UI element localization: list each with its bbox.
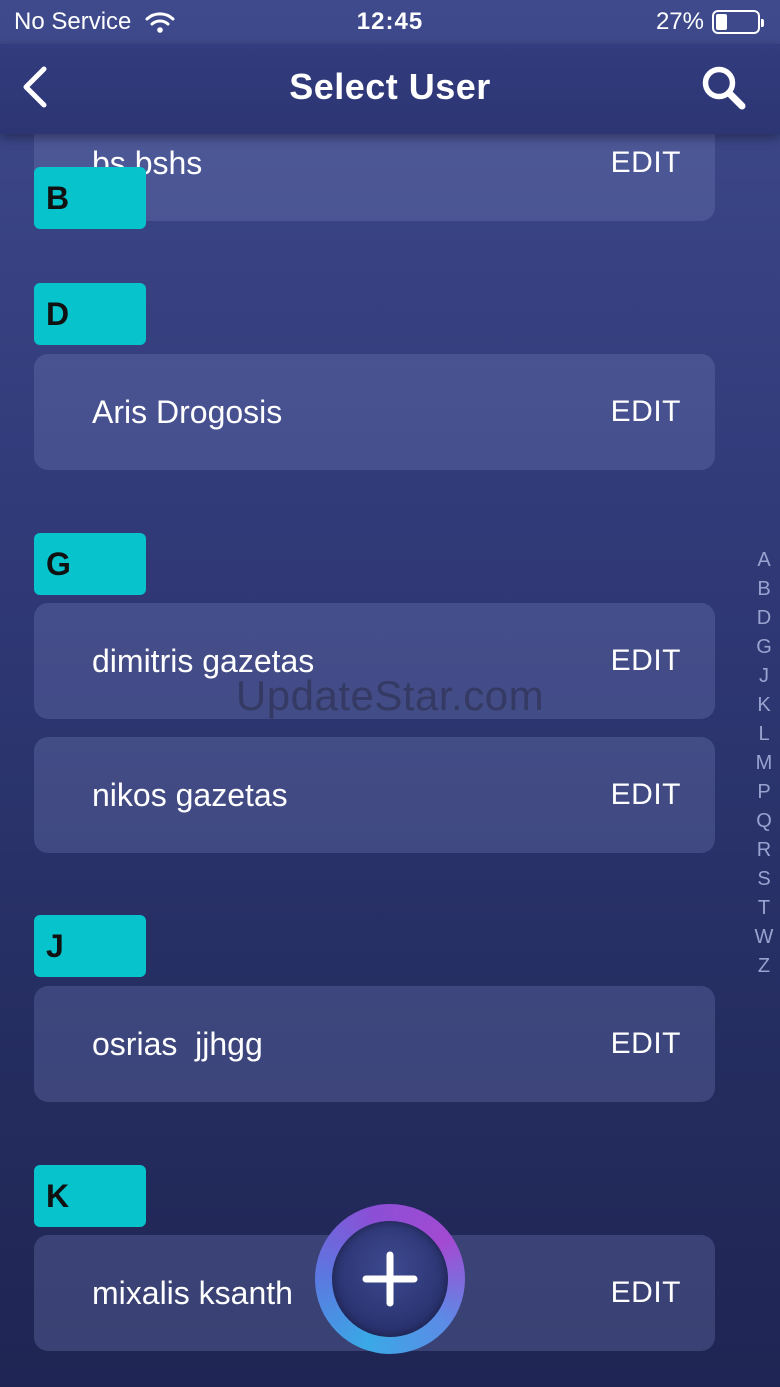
add-user-button[interactable]	[315, 1204, 465, 1354]
index-letter[interactable]: P	[757, 778, 770, 807]
index-letter[interactable]: Z	[758, 952, 770, 981]
status-bar: No Service 12:45 27%	[0, 0, 780, 44]
edit-button[interactable]: EDIT	[611, 1235, 681, 1351]
section-header-j: J	[34, 915, 146, 977]
battery-icon	[712, 10, 764, 34]
index-letter[interactable]: B	[757, 575, 770, 604]
user-name: mixalis ksanth	[92, 1275, 293, 1311]
watermark: UpdateStar.com	[235, 672, 545, 719]
index-letter[interactable]: K	[757, 691, 770, 720]
page-title: Select User	[289, 66, 491, 107]
index-letter[interactable]: W	[755, 923, 774, 952]
user-name: nikos gazetas	[92, 777, 288, 813]
index-letter[interactable]: G	[756, 633, 772, 662]
navigation-bar: Select User	[0, 44, 780, 134]
section-header-g: G	[34, 533, 146, 595]
index-letter[interactable]: L	[758, 720, 769, 749]
index-letter[interactable]: J	[759, 662, 769, 691]
section-header-d: D	[34, 283, 146, 345]
search-button[interactable]	[698, 62, 750, 114]
index-letter[interactable]: D	[757, 604, 771, 633]
user-name: osrias jjhgg	[92, 1026, 263, 1062]
section-header-b: B	[34, 167, 146, 229]
edit-button[interactable]: EDIT	[611, 737, 681, 853]
user-name: Aris Drogosis	[92, 394, 283, 430]
user-row-nikos-gazetas[interactable]: nikos gazetas EDIT	[34, 737, 715, 853]
search-icon	[702, 66, 746, 110]
index-letter[interactable]: R	[757, 836, 771, 865]
index-letter[interactable]: Q	[756, 807, 772, 836]
alphabet-index[interactable]: A B D G J K L M P Q R S T W Z	[752, 546, 776, 981]
section-header-k: K	[34, 1165, 146, 1227]
index-letter[interactable]: M	[756, 749, 773, 778]
edit-button[interactable]: EDIT	[611, 986, 681, 1102]
index-letter[interactable]: A	[757, 546, 770, 575]
user-row-osrias-jjhgg[interactable]: osrias jjhgg EDIT	[34, 986, 715, 1102]
battery-percent: 27%	[655, 8, 704, 35]
index-letter[interactable]: T	[758, 894, 770, 923]
status-right: 27%	[655, 8, 764, 36]
edit-button[interactable]: EDIT	[611, 354, 681, 470]
battery-level	[716, 14, 727, 30]
index-letter[interactable]: S	[757, 865, 770, 894]
user-row-aris-drogosis[interactable]: Aris Drogosis EDIT	[34, 354, 715, 470]
plus-icon	[362, 1251, 418, 1307]
add-button-inner	[332, 1221, 448, 1337]
